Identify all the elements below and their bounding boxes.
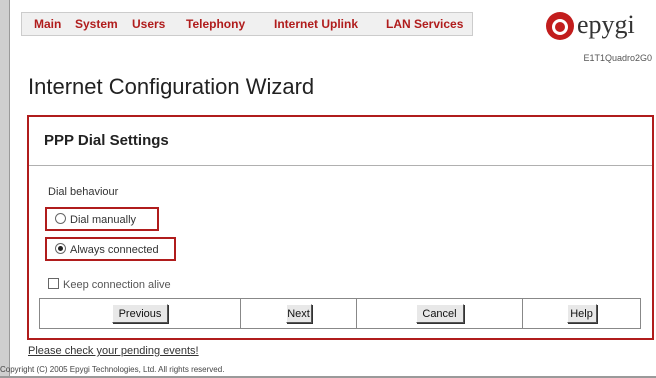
nav-item-users[interactable]: Users <box>132 17 165 31</box>
logo-mark-icon <box>546 12 574 40</box>
keep-alive-label: Keep connection alive <box>63 279 171 291</box>
nav-item-lan-services[interactable]: LAN Services <box>386 17 463 31</box>
keep-alive-checkbox[interactable] <box>48 278 59 289</box>
nav-item-system[interactable]: System <box>75 17 118 31</box>
keep-alive-option[interactable]: Keep connection alive <box>48 278 171 291</box>
panel-divider <box>29 165 652 166</box>
nav-item-main[interactable]: Main <box>34 17 61 31</box>
always-connected-label: Always connected <box>70 244 159 256</box>
previous-button[interactable]: Previous <box>112 304 168 323</box>
ppp-dial-settings-panel: PPP Dial Settings Dial behaviour Dial ma… <box>27 115 654 340</box>
dial-behaviour-label: Dial behaviour <box>48 186 119 198</box>
panel-title: PPP Dial Settings <box>44 132 169 149</box>
device-model: E1T1Quadro2G0 <box>583 53 652 63</box>
next-button[interactable]: Next <box>285 304 312 323</box>
wizard-button-bar: Previous Next Cancel Help <box>39 298 641 329</box>
always-connected-radio[interactable] <box>55 243 66 254</box>
nav-item-internet-uplink[interactable]: Internet Uplink <box>274 17 358 31</box>
nav-item-telephony[interactable]: Telephony <box>186 17 245 31</box>
always-connected-option[interactable]: Always connected <box>45 237 176 261</box>
page-title: Internet Configuration Wizard <box>28 74 315 99</box>
dial-manually-option[interactable]: Dial manually <box>45 207 159 231</box>
left-border <box>0 0 10 378</box>
logo-text: epygi <box>577 10 635 39</box>
epygi-logo: epygi <box>546 10 654 44</box>
pending-events-link[interactable]: Please check your pending events! <box>28 345 199 357</box>
help-button[interactable]: Help <box>566 304 597 323</box>
dial-manually-label: Dial manually <box>70 214 137 226</box>
dial-manually-radio[interactable] <box>55 213 66 224</box>
copyright-text: Copyright (C) 2005 Epygi Technologies, L… <box>0 365 225 374</box>
top-navigation: Main System Users Telephony Internet Upl… <box>21 12 473 36</box>
app-window: Main System Users Telephony Internet Upl… <box>0 0 656 378</box>
cancel-button[interactable]: Cancel <box>415 304 464 323</box>
